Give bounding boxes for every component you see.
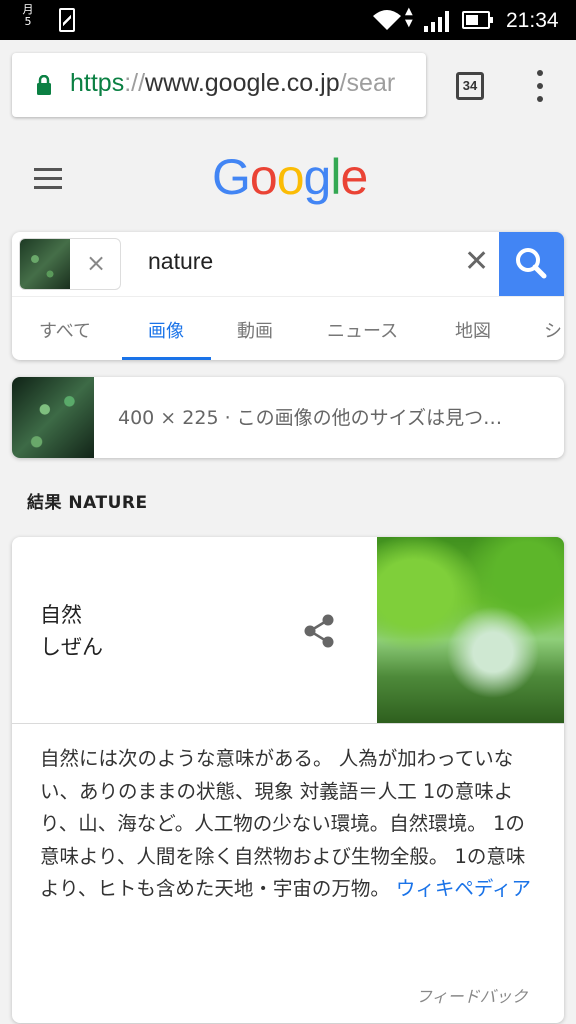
data-arrows-icon: ▲ ▼ bbox=[405, 6, 413, 29]
share-icon[interactable] bbox=[302, 613, 336, 649]
knowledge-title: 自然 bbox=[40, 603, 82, 627]
chip-remove-icon[interactable]: × bbox=[86, 249, 106, 277]
image-info-text: 400 × 225 · この画像の他のサイズは見つ… bbox=[118, 407, 503, 429]
google-logo[interactable]: Google bbox=[212, 148, 368, 206]
search-box-card: × nature ✕ すべて 画像 動画 ニュース 地図 シ bbox=[12, 232, 564, 360]
status-date: 月5 bbox=[22, 3, 34, 28]
google-logo-letter: l bbox=[330, 149, 341, 205]
tab-all[interactable]: すべて bbox=[39, 317, 91, 343]
result-heading: 結果 NATURE bbox=[27, 493, 148, 513]
knowledge-card: 自然 しぜん 自然には次のような意味がある。 人為が加わっていない、ありのままの… bbox=[12, 537, 564, 1023]
google-logo-letter: g bbox=[303, 149, 332, 205]
lock-icon bbox=[37, 75, 51, 95]
notification-app-icon bbox=[59, 8, 75, 32]
overflow-menu-button[interactable] bbox=[530, 70, 550, 102]
status-bar: 月5 ▲ ▼ 21:34 bbox=[0, 0, 576, 40]
active-tab-indicator bbox=[122, 357, 211, 360]
url-text: https://www.google.co.jp/sear bbox=[70, 69, 395, 98]
url-scheme: https bbox=[70, 69, 125, 97]
divider bbox=[12, 723, 564, 724]
tab-videos[interactable]: 動画 bbox=[237, 317, 273, 343]
wikipedia-link[interactable]: ウィキペディア bbox=[396, 877, 531, 900]
hamburger-menu-icon[interactable] bbox=[34, 168, 62, 190]
google-logo-letter: G bbox=[212, 149, 251, 205]
search-icon bbox=[516, 248, 547, 279]
tab-more[interactable]: シ bbox=[544, 317, 562, 343]
status-time: 21:34 bbox=[506, 9, 559, 32]
search-tabs: すべて 画像 動画 ニュース 地図 シ bbox=[12, 296, 564, 360]
url-path: /sear bbox=[339, 69, 396, 97]
page-content: Google × nature ✕ すべて 画像 動画 ニュース 地図 シ 40… bbox=[0, 130, 576, 1024]
image-info-thumbnail bbox=[12, 377, 94, 458]
address-bar[interactable]: https://www.google.co.jp/sear bbox=[12, 53, 426, 117]
signal-icon bbox=[424, 11, 449, 32]
search-button[interactable] bbox=[499, 232, 564, 296]
tab-images[interactable]: 画像 bbox=[148, 317, 184, 343]
battery-icon bbox=[462, 11, 493, 29]
google-logo-letter: o bbox=[276, 149, 305, 205]
knowledge-reading: しぜん bbox=[40, 635, 103, 659]
search-image-thumbnail bbox=[20, 239, 70, 289]
knowledge-image[interactable] bbox=[377, 537, 564, 723]
clear-search-icon[interactable]: ✕ bbox=[464, 244, 489, 279]
browser-toolbar: https://www.google.co.jp/sear 34 bbox=[0, 40, 576, 130]
search-input[interactable]: nature bbox=[148, 248, 213, 275]
tab-maps[interactable]: 地図 bbox=[455, 317, 491, 343]
wifi-icon bbox=[373, 10, 401, 30]
search-image-chip[interactable]: × bbox=[19, 238, 121, 290]
tab-switcher-button[interactable]: 34 bbox=[456, 72, 484, 100]
url-separator: :// bbox=[124, 69, 146, 97]
knowledge-description: 自然には次のような意味がある。 人為が加わっていない、ありのままの状態、現象 対… bbox=[40, 743, 540, 906]
image-info-card[interactable]: 400 × 225 · この画像の他のサイズは見つ… bbox=[12, 377, 564, 458]
google-logo-letter: e bbox=[340, 149, 368, 205]
feedback-link[interactable]: フィードバック bbox=[416, 983, 528, 1007]
google-logo-letter: o bbox=[249, 149, 278, 205]
tab-news[interactable]: ニュース bbox=[327, 317, 398, 343]
url-host: www.google.co.jp bbox=[145, 69, 340, 97]
